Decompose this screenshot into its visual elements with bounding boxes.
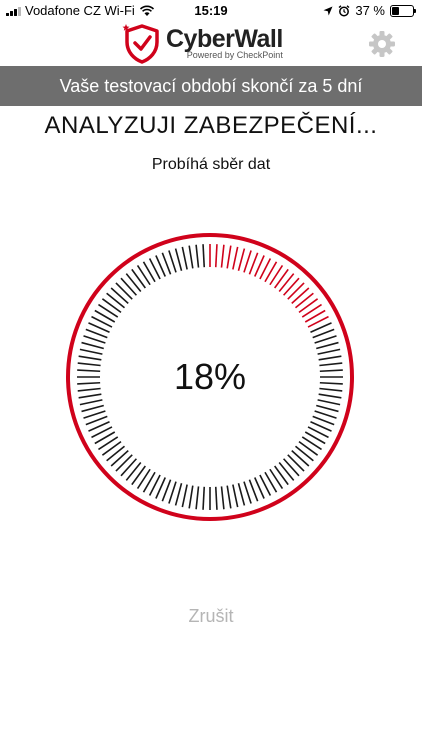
brand: CyberWall Powered by CheckPoint	[166, 22, 283, 60]
shield-check-icon	[122, 24, 159, 64]
progress-tick	[291, 450, 310, 467]
progress-tick	[174, 248, 183, 271]
battery-icon	[390, 4, 416, 17]
progress-tick	[168, 481, 177, 504]
status-right: 37 %	[323, 3, 416, 18]
brand-name: CyberWall	[166, 25, 283, 53]
progress-tick	[283, 458, 300, 477]
progress-tick	[115, 282, 133, 300]
progress-tick	[98, 303, 119, 318]
progress-tick	[243, 481, 252, 504]
status-bar: Vodafone CZ Wi-Fi 15:19 37 %	[0, 0, 422, 22]
progress-tick	[174, 483, 183, 506]
progress-tick	[188, 245, 194, 269]
progress-tick	[120, 277, 137, 296]
gear-icon[interactable]	[368, 30, 396, 58]
progress-tick	[98, 436, 119, 451]
progress-tick	[120, 458, 137, 477]
progress-tick	[316, 404, 339, 413]
progress-tick-done	[232, 246, 239, 270]
progress-tick	[226, 485, 232, 509]
progress-tick-done	[243, 250, 252, 273]
progress-tick	[125, 461, 142, 481]
progress-tick	[214, 486, 218, 510]
progress-tick	[81, 404, 104, 413]
progress-tick-done	[237, 248, 246, 271]
progress-tick	[195, 244, 200, 268]
progress-tick	[188, 485, 194, 509]
progress-tick	[314, 335, 337, 344]
progress-tick	[278, 461, 295, 481]
battery-fill	[392, 6, 399, 15]
trial-banner: Vaše testovací období skončí za 5 dní	[0, 66, 422, 106]
cyberwall-logo: CyberWall Powered by CheckPoint	[122, 22, 283, 64]
progress-tick	[115, 454, 133, 472]
progress-tick	[168, 250, 177, 273]
progress-tick	[106, 445, 126, 462]
progress-tick	[202, 486, 206, 510]
progress-tick	[301, 436, 322, 451]
progress-tick	[79, 399, 103, 406]
progress-tick	[110, 450, 129, 467]
location-arrow-icon	[323, 6, 333, 15]
progress-tick	[101, 441, 122, 456]
progress-tick-done	[226, 245, 232, 269]
progress-tick	[181, 484, 188, 508]
progress-tick	[316, 341, 339, 350]
progress-tick	[195, 486, 200, 510]
progress-tick-done	[283, 277, 300, 296]
battery-percent: 37 %	[355, 3, 385, 18]
progress-tick	[237, 483, 246, 506]
progress-tick	[83, 410, 106, 419]
progress-tick	[220, 486, 225, 510]
progress-tick	[101, 298, 122, 313]
progress-gauge: 18%	[65, 232, 355, 522]
app-header: CyberWall Powered by CheckPoint	[0, 22, 422, 66]
progress-tick-done	[301, 303, 322, 318]
progress-tick-done	[287, 282, 305, 300]
progress-tick	[317, 399, 341, 406]
progress-tick-done	[214, 244, 218, 268]
progress-tick-done	[220, 244, 225, 268]
progress-tick	[79, 348, 103, 355]
status-subtitle: Probíhá sběr dat	[151, 156, 271, 173]
progress-tick	[314, 410, 337, 419]
progress-tick-done	[294, 292, 314, 309]
alarm-icon	[338, 4, 350, 16]
progress-tick	[294, 445, 314, 462]
progress-tick	[131, 465, 146, 486]
progress-percent: 18%	[173, 356, 247, 397]
progress-tick	[181, 246, 188, 270]
progress-tick	[125, 273, 142, 293]
progress-tick-done	[278, 273, 295, 293]
progress-tick-done	[274, 268, 289, 289]
progress-tick	[83, 335, 106, 344]
progress-tick	[110, 287, 129, 304]
progress-tick	[317, 348, 341, 355]
progress-tick	[136, 265, 151, 286]
progress-tick	[287, 454, 305, 472]
progress-tick	[269, 468, 284, 489]
cancel-button[interactable]: Zrušit	[0, 606, 422, 627]
progress-tick	[298, 441, 319, 456]
page-title: ANALYZUJI ZABEZPEČENÍ...	[44, 112, 378, 139]
progress-tick	[232, 484, 239, 508]
progress-tick	[106, 292, 126, 309]
progress-tick-done	[298, 298, 319, 313]
progress-tick	[274, 465, 289, 486]
progress-tick	[81, 341, 104, 350]
progress-tick-done	[269, 265, 284, 286]
progress-tick	[131, 268, 146, 289]
progress-tick	[136, 468, 151, 489]
progress-tick-done	[291, 287, 310, 304]
progress-tick	[202, 244, 206, 268]
